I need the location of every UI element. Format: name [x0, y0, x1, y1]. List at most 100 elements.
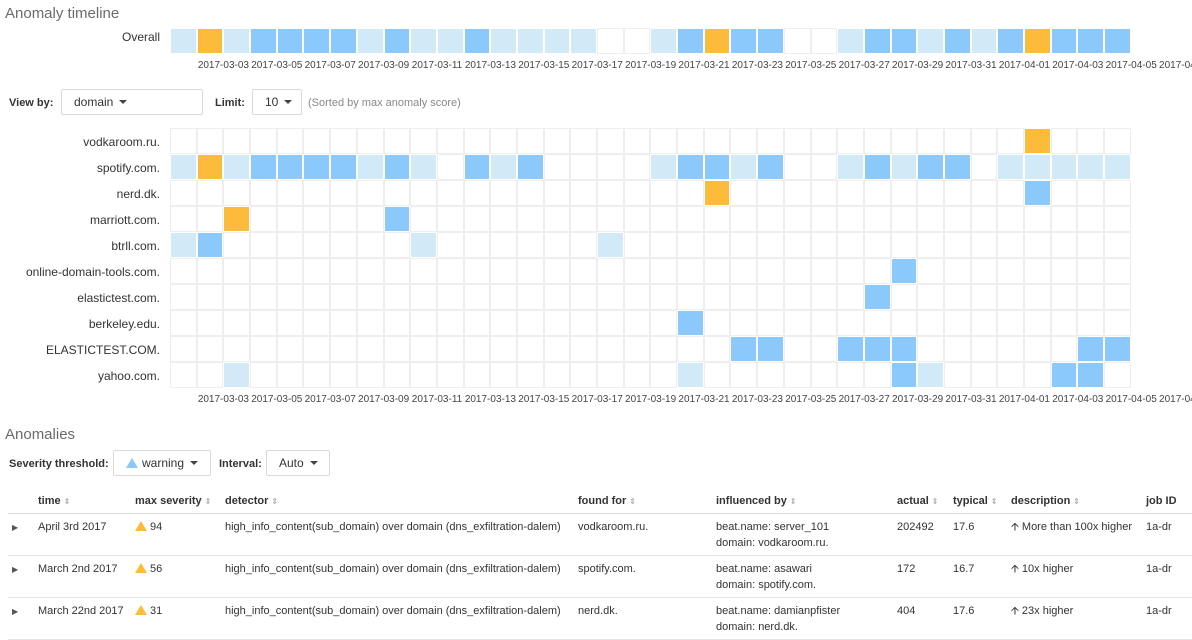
swimlane-cell[interactable] — [1050, 28, 1078, 54]
swimlane-cell[interactable] — [757, 336, 784, 362]
swimlane-cell[interactable] — [276, 154, 304, 180]
swimlane-cell[interactable] — [677, 362, 704, 388]
row-expand[interactable]: ▶ — [8, 555, 34, 598]
swimlane-cell[interactable] — [436, 28, 464, 54]
table-row[interactable]: ▶ April 3rd 2017 94 high_info_content(sub_d… — [8, 513, 1192, 556]
swimlane-cell[interactable] — [677, 154, 704, 180]
swimlane-cell[interactable] — [276, 28, 304, 54]
row-expand[interactable]: ▶ — [8, 597, 34, 640]
swimlane-cell[interactable] — [196, 232, 224, 258]
limit-select[interactable]: 10 — [252, 89, 302, 115]
chevron-right-icon[interactable]: ▶ — [12, 523, 18, 532]
swimlane-cell[interactable] — [837, 336, 864, 362]
swimlane-cell[interactable] — [1050, 154, 1078, 180]
swimlane-cell[interactable] — [970, 28, 998, 54]
swimlane-cell[interactable] — [863, 28, 891, 54]
swimlane-cell[interactable] — [170, 28, 197, 54]
swimlane-cell[interactable] — [943, 154, 971, 180]
swimlane-cell[interactable] — [170, 154, 197, 180]
table-row[interactable]: ▶ March 2nd 2017 56 high_info_content(sub_d… — [8, 555, 1192, 598]
swimlane-cell[interactable] — [890, 154, 918, 180]
swimlane-cell[interactable] — [730, 154, 758, 180]
swimlane-cell[interactable] — [757, 154, 784, 180]
swimlane-cell[interactable] — [250, 154, 277, 180]
swimlane-cell[interactable] — [410, 28, 437, 54]
view-by-select[interactable]: domain — [61, 89, 203, 115]
swimlane-cell[interactable] — [516, 154, 544, 180]
chevron-right-icon[interactable]: ▶ — [12, 565, 18, 574]
swimlane-cell[interactable] — [863, 284, 891, 310]
influencer-domain[interactable]: domain: spotify.com. — [716, 577, 889, 593]
swimlane-cell[interactable] — [543, 28, 571, 54]
swimlane-cell[interactable] — [890, 336, 918, 362]
swimlane-cell[interactable] — [730, 336, 758, 362]
severity-threshold-select[interactable]: warning — [113, 450, 211, 476]
swimlane-cell[interactable] — [1077, 362, 1105, 388]
swimlane-cell[interactable] — [997, 154, 1024, 180]
column-header-time[interactable]: time ⇕ — [34, 489, 131, 514]
swimlane-cell[interactable] — [196, 154, 224, 180]
column-header-job-id[interactable]: job ID — [1142, 489, 1192, 514]
swimlane-cell[interactable] — [650, 154, 678, 180]
swimlane-cell[interactable] — [330, 28, 357, 54]
swimlane-cell[interactable] — [223, 206, 251, 232]
swimlane-cell[interactable] — [597, 232, 624, 258]
swimlane-cell[interactable] — [250, 28, 277, 54]
column-header-influenced-by[interactable]: influenced by ⇕ — [712, 489, 893, 514]
swimlane-cell[interactable] — [1024, 128, 1051, 154]
swimlane-cell[interactable] — [383, 206, 411, 232]
swimlane-cell[interactable] — [1077, 154, 1105, 180]
column-header-description[interactable]: description ⇕ — [1007, 489, 1142, 514]
swimlane-cell[interactable] — [917, 362, 944, 388]
swimlane-cell[interactable] — [917, 28, 944, 54]
view-by-swimlanes[interactable] — [170, 128, 1131, 388]
swimlane-cell[interactable] — [223, 154, 251, 180]
swimlane-cell[interactable] — [330, 154, 357, 180]
swimlane-cell[interactable] — [463, 28, 491, 54]
overall-swimlane[interactable] — [170, 28, 1131, 54]
swimlane-cell[interactable] — [917, 154, 944, 180]
swimlane-cell[interactable] — [356, 154, 384, 180]
swimlane-cell[interactable] — [490, 28, 517, 54]
column-header-max-severity[interactable]: max severity ⇕ — [131, 489, 221, 514]
cell-influenced-by[interactable]: beat.name: asawari domain: spotify.com. — [712, 555, 893, 598]
swimlane-cell[interactable] — [303, 154, 331, 180]
swimlane-cell[interactable] — [223, 362, 251, 388]
swimlane-cell[interactable] — [170, 232, 197, 258]
swimlane-cell[interactable] — [303, 28, 331, 54]
swimlane-cell[interactable] — [383, 28, 411, 54]
swimlane-cell[interactable] — [570, 28, 597, 54]
chevron-right-icon[interactable]: ▶ — [12, 607, 18, 616]
swimlane-cell[interactable] — [1104, 28, 1131, 54]
swimlane-cell[interactable] — [890, 258, 918, 284]
swimlane-cell[interactable] — [650, 28, 678, 54]
swimlane-cell[interactable] — [410, 154, 437, 180]
column-header-found-for[interactable]: found for ⇕ — [574, 489, 712, 514]
swimlane-cell[interactable] — [997, 28, 1024, 54]
swimlane-cell[interactable] — [677, 310, 704, 336]
swimlane-cell[interactable] — [356, 28, 384, 54]
swimlane-cell[interactable] — [1077, 28, 1105, 54]
swimlane-cell[interactable] — [196, 28, 224, 54]
influencer-beat-name[interactable]: beat.name: asawari — [716, 561, 889, 577]
swimlane-cell[interactable] — [703, 180, 731, 206]
swimlane-cell[interactable] — [730, 28, 758, 54]
swimlane-cell[interactable] — [516, 28, 544, 54]
column-header-actual[interactable]: actual ⇕ — [893, 489, 949, 514]
cell-influenced-by[interactable]: beat.name: server_101 domain: vodkaroom.r… — [712, 513, 893, 556]
interval-select[interactable]: Auto — [266, 450, 330, 476]
swimlane-cell[interactable] — [1024, 28, 1051, 54]
swimlane-cell[interactable] — [1024, 154, 1051, 180]
swimlane-cell[interactable] — [943, 28, 971, 54]
swimlane-cell[interactable] — [677, 28, 704, 54]
swimlane-cell[interactable] — [703, 154, 731, 180]
swimlane-cell[interactable] — [703, 28, 731, 54]
influencer-domain[interactable]: domain: vodkaroom.ru. — [716, 535, 889, 551]
swimlane-cell[interactable] — [837, 28, 864, 54]
swimlane-cell[interactable] — [223, 28, 251, 54]
swimlane-cell[interactable] — [890, 362, 918, 388]
column-header-detector[interactable]: detector ⇕ — [221, 489, 574, 514]
influencer-beat-name[interactable]: beat.name: server_101 — [716, 519, 889, 535]
cell-influenced-by[interactable]: beat.name: damianpfister domain: nerd.dk. — [712, 597, 893, 640]
influencer-domain[interactable]: domain: nerd.dk. — [716, 619, 889, 635]
